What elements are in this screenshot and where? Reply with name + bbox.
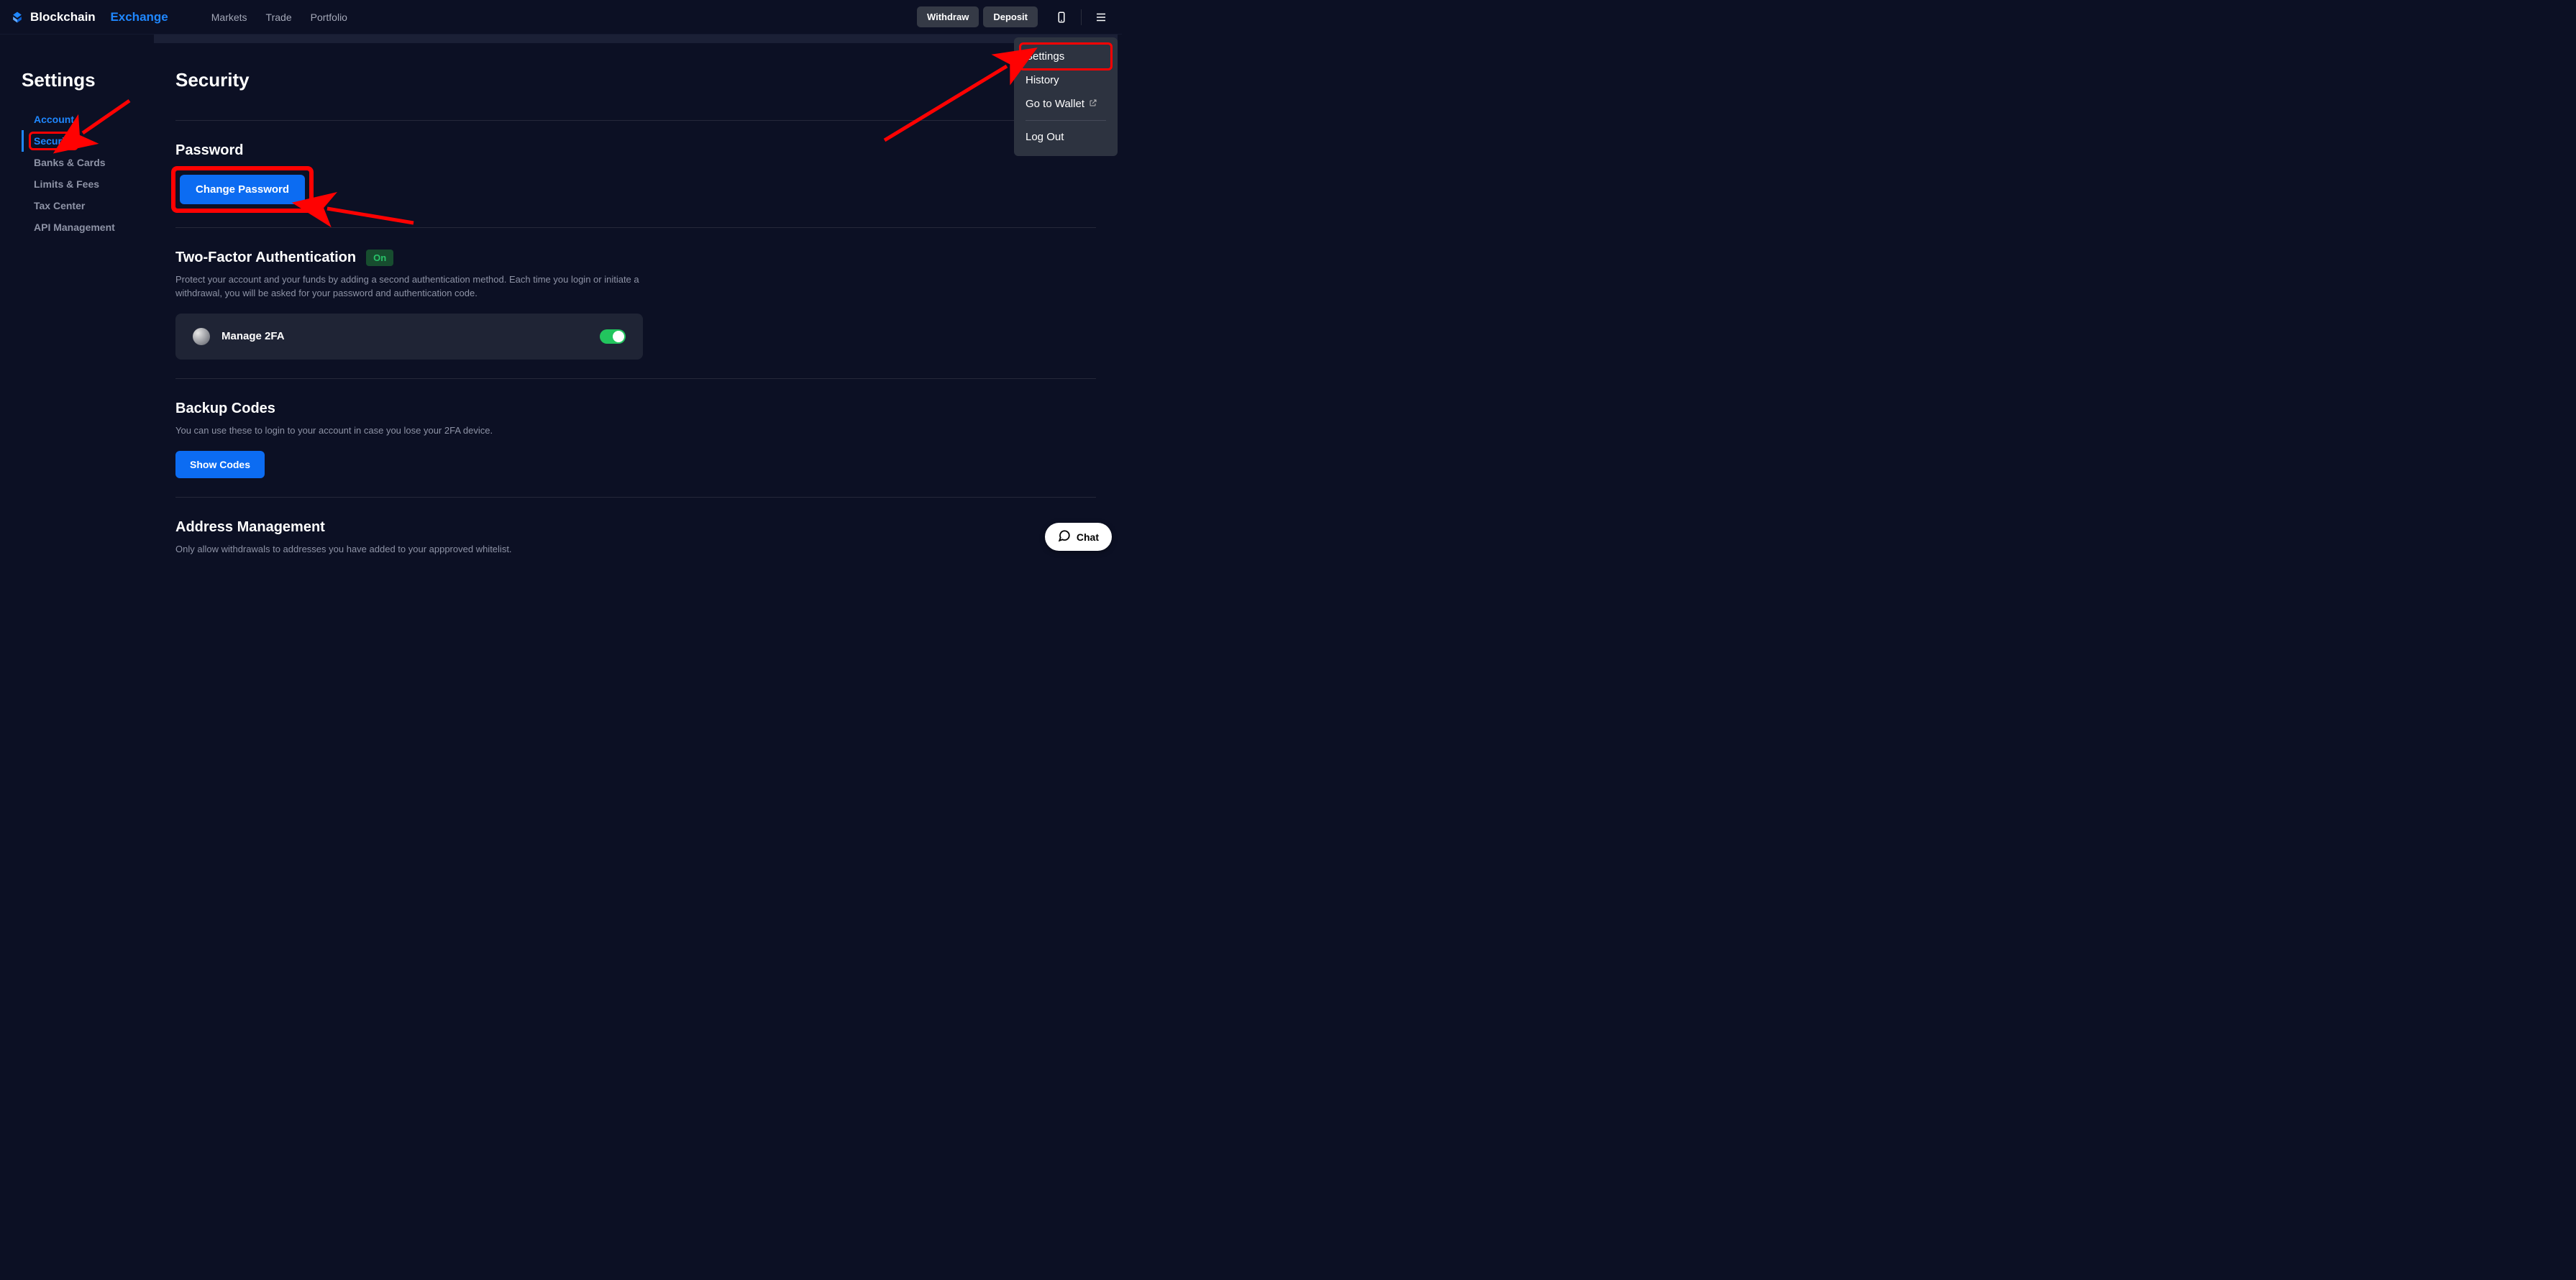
sidebar-item-label: Account xyxy=(34,114,74,125)
hamburger-menu-icon[interactable] xyxy=(1090,6,1112,28)
brand-name-a: Blockchain xyxy=(30,10,96,24)
sidebar-item-tax-center[interactable]: Tax Center xyxy=(22,195,151,216)
brand-name-b: Exchange xyxy=(110,10,168,24)
manage-2fa-label: Manage 2FA xyxy=(221,330,285,342)
menu-item-history[interactable]: History xyxy=(1026,68,1106,92)
highlight-box: Change Password xyxy=(175,170,309,209)
nav-portfolio[interactable]: Portfolio xyxy=(311,12,347,23)
section-address-management: Address Management Only allow withdrawal… xyxy=(175,497,1096,561)
change-password-button[interactable]: Change Password xyxy=(180,175,305,204)
brand-logo[interactable]: Blockchain Exchange xyxy=(10,10,168,24)
menu-item-logout-label: Log Out xyxy=(1026,131,1064,143)
section-2fa-heading: Two-Factor Authentication xyxy=(175,250,356,266)
primary-nav: Markets Trade Portfolio xyxy=(211,12,347,23)
settings-sidebar: Settings Account Security Banks & Cards … xyxy=(0,56,151,238)
sidebar-item-label: Tax Center xyxy=(34,200,85,211)
external-link-icon xyxy=(1089,98,1097,110)
menu-item-settings-label: Settings xyxy=(1026,50,1064,63)
sidebar-item-label: Limits & Fees xyxy=(34,178,99,190)
manage-2fa-card: Manage 2FA xyxy=(175,314,643,360)
nav-markets[interactable]: Markets xyxy=(211,12,247,23)
divider xyxy=(1081,9,1082,25)
page-title: Security xyxy=(175,43,1096,120)
2fa-toggle[interactable] xyxy=(600,329,626,344)
chat-bubble-icon xyxy=(1058,529,1071,544)
sidebar-item-api-management[interactable]: API Management xyxy=(22,216,151,238)
sidebar-item-limits-fees[interactable]: Limits & Fees xyxy=(22,173,151,195)
sidebar-item-label: Banks & Cards xyxy=(34,157,106,168)
section-backup-codes: Backup Codes You can use these to login … xyxy=(175,378,1096,497)
menu-item-history-label: History xyxy=(1026,74,1059,86)
section-2fa: Two-Factor Authentication On Protect you… xyxy=(175,227,1096,378)
menu-item-settings[interactable]: Settings xyxy=(1021,45,1110,68)
section-addr-heading: Address Management xyxy=(175,519,1096,536)
deposit-button[interactable]: Deposit xyxy=(983,6,1038,27)
sidebar-item-label: API Management xyxy=(34,221,115,233)
sidebar-item-banks-cards[interactable]: Banks & Cards xyxy=(22,152,151,173)
section-backup-desc: You can use these to login to your accou… xyxy=(175,424,643,438)
section-backup-heading: Backup Codes xyxy=(175,401,1096,417)
withdraw-button[interactable]: Withdraw xyxy=(917,6,979,27)
section-2fa-desc: Protect your account and your funds by a… xyxy=(175,273,643,301)
highlight-box: Security xyxy=(31,134,76,148)
menu-divider xyxy=(1026,120,1106,121)
sidebar-item-security[interactable]: Security xyxy=(22,130,151,152)
main-panel: Security Password Change Password Two-Fa… xyxy=(154,35,1118,561)
mobile-icon[interactable] xyxy=(1051,6,1072,28)
chat-label: Chat xyxy=(1077,531,1099,543)
section-password: Password Change Password xyxy=(175,120,1096,227)
sub-header-strip xyxy=(154,35,1118,43)
topbar-right: Withdraw Deposit xyxy=(917,6,1112,28)
nav-trade[interactable]: Trade xyxy=(266,12,292,23)
menu-item-wallet-label: Go to Wallet xyxy=(1026,98,1084,110)
section-password-heading: Password xyxy=(175,142,1096,159)
menu-item-logout[interactable]: Log Out xyxy=(1026,125,1106,149)
2fa-status-badge: On xyxy=(366,250,393,266)
sidebar-title: Settings xyxy=(22,69,151,91)
sidebar-item-label: Security xyxy=(34,135,73,147)
brand-logo-icon xyxy=(10,10,24,24)
user-menu-dropdown: Settings History Go to Wallet Log Out xyxy=(1014,37,1118,156)
chat-widget[interactable]: Chat xyxy=(1045,523,1112,551)
authenticator-icon xyxy=(193,328,210,345)
menu-item-wallet[interactable]: Go to Wallet xyxy=(1026,92,1106,116)
topbar: Blockchain Exchange Markets Trade Portfo… xyxy=(0,0,1122,35)
sidebar-item-account[interactable]: Account xyxy=(22,109,151,130)
section-addr-desc: Only allow withdrawals to addresses you … xyxy=(175,543,643,557)
show-codes-button[interactable]: Show Codes xyxy=(175,451,265,478)
